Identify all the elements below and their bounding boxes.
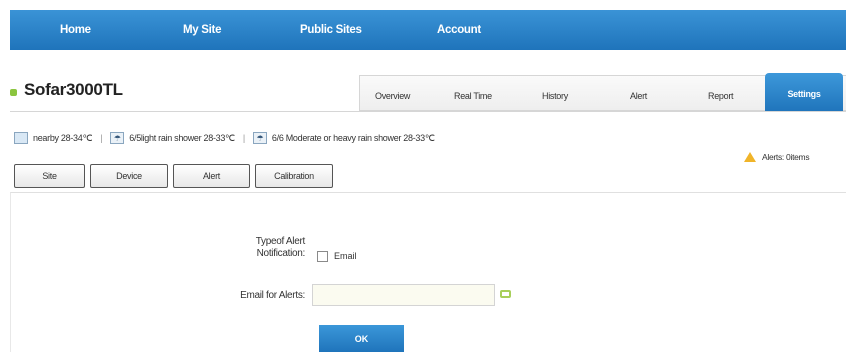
ok-button[interactable]: OK [319,325,404,352]
leaf-icon [10,88,17,96]
weather-forecast-1: 6/5light rain shower 28-33℃ [129,132,235,143]
tab-report[interactable]: Report [708,76,734,112]
weather-icon [14,132,28,144]
alert-type-label: Typeof Alert Notification: [200,236,306,260]
alert-type-label-line2: Notification: [256,248,306,259]
tab-history[interactable]: History [542,76,568,112]
weather-separator: | [100,133,103,143]
alerts-count: Alerts: 0items [762,152,810,162]
weather-bar: nearby 28-34℃ | ☂ 6/5light rain shower 2… [14,132,435,144]
settings-subtabs: Site Device Alert Calibration [14,164,333,188]
weather-forecast-2: 6/6 Moderate or heavy rain shower 28-33℃ [271,132,435,143]
tab-overview[interactable]: Overview [375,76,410,112]
weather-nearby: nearby 28-34℃ [33,132,93,143]
header-divider [10,111,846,112]
site-header: Sofar3000TL [10,80,123,100]
nav-account[interactable]: Account [437,10,481,50]
email-alerts-label: Email for Alerts: [240,290,305,301]
subtab-calibration[interactable]: Calibration [255,164,333,188]
email-checkbox[interactable] [317,251,328,262]
subtab-device[interactable]: Device [90,164,168,188]
subtab-site[interactable]: Site [14,164,85,188]
add-email-icon[interactable] [500,290,511,298]
nav-my-site[interactable]: My Site [183,10,221,50]
weather-separator: | [242,133,245,143]
email-input[interactable] [312,284,495,306]
alert-settings-panel [10,192,846,352]
main-tabs: Overview Real Time History Alert Report … [359,73,846,112]
subtab-alert[interactable]: Alert [173,164,250,188]
tab-alert[interactable]: Alert [630,76,647,112]
page-title: Sofar3000TL [24,80,123,99]
cloud-rain-icon: ☂ [110,132,125,144]
cloud-rain-icon: ☂ [252,132,267,144]
alert-type-label-line1: Typeof Alert [255,236,306,247]
nav-home[interactable]: Home [60,10,91,50]
tab-real-time[interactable]: Real Time [454,76,492,112]
nav-public-sites[interactable]: Public Sites [300,10,362,50]
tab-settings[interactable]: Settings [765,73,843,112]
top-navigation: Home My Site Public Sites Account [10,10,846,50]
alerts-indicator[interactable]: Alerts: 0items [744,152,810,162]
warning-icon [744,152,756,162]
email-option-label: Email [334,251,357,261]
